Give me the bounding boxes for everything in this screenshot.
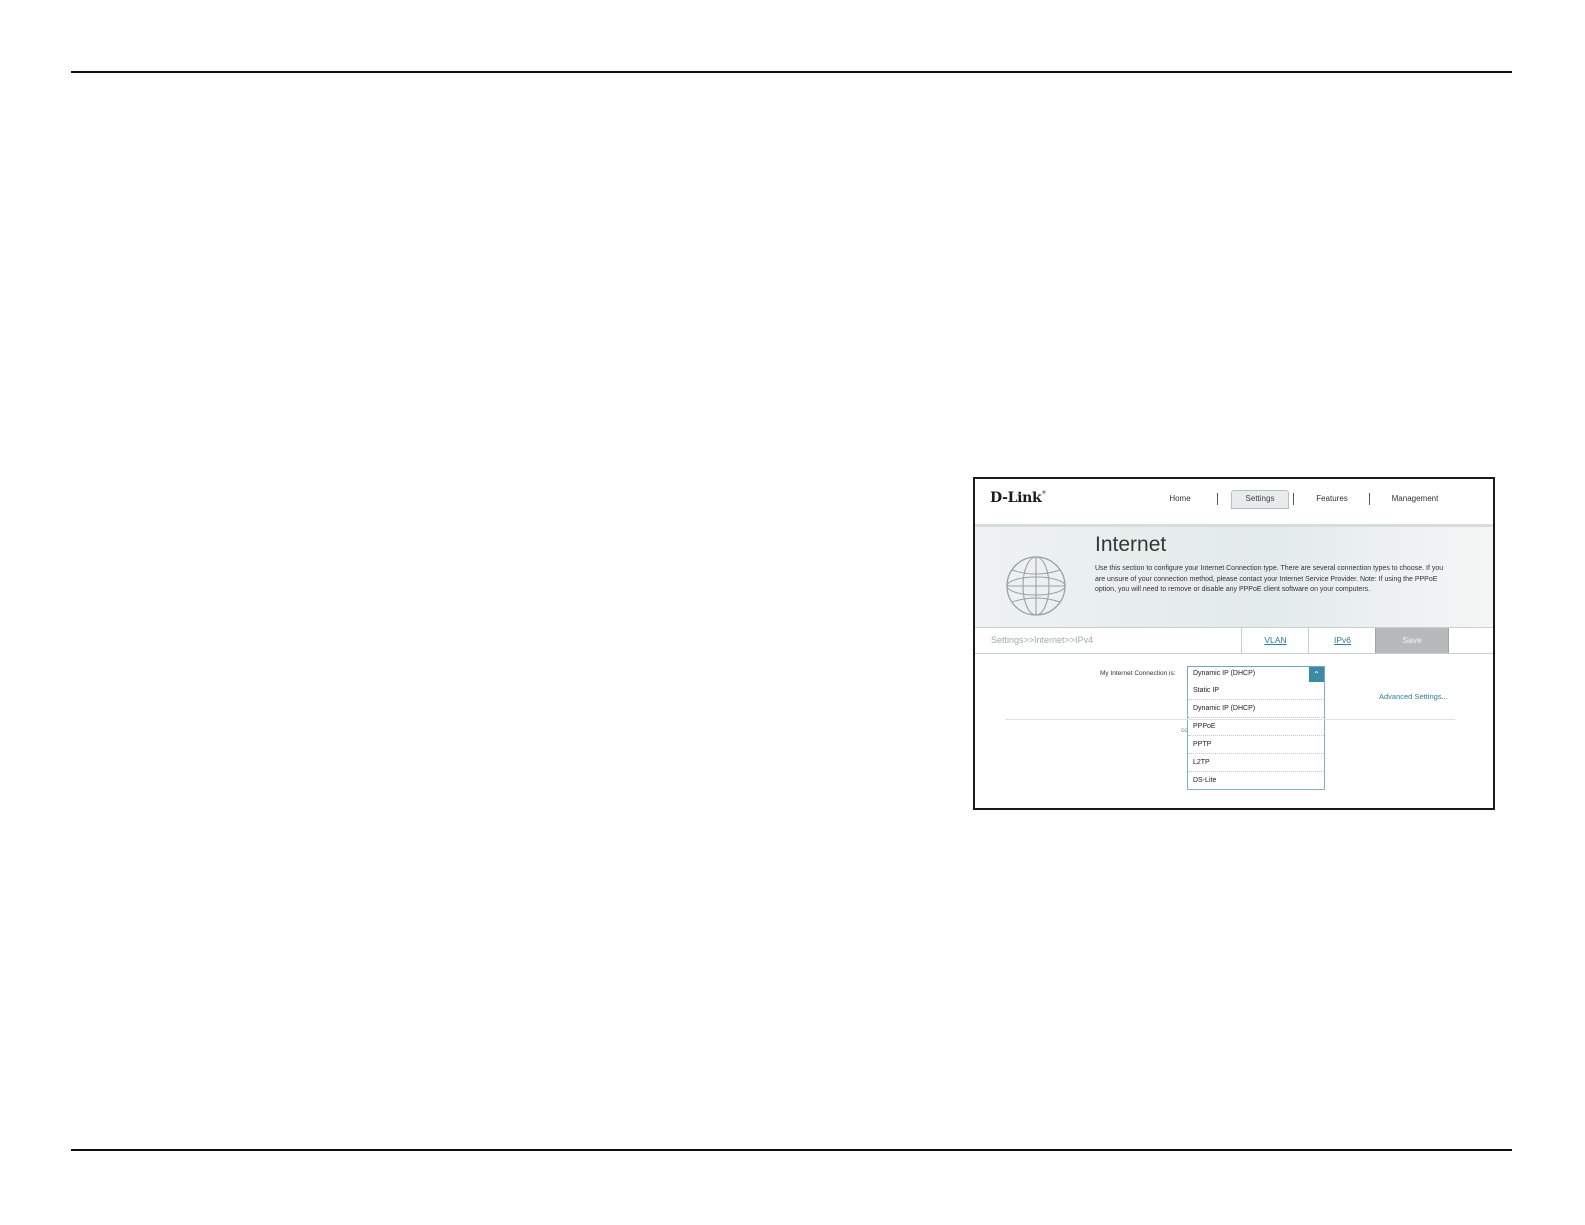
option-pptp[interactable]: PPTP	[1188, 736, 1324, 754]
page-top-rule	[71, 71, 1512, 73]
save-button[interactable]: Save	[1375, 628, 1449, 653]
section-divider	[1005, 719, 1455, 720]
chevron-up-icon[interactable]: ⌃	[1309, 667, 1324, 682]
option-static-ip[interactable]: Static IP	[1188, 682, 1324, 700]
nav-separator	[1293, 493, 1294, 505]
option-ds-lite[interactable]: DS-Lite	[1188, 772, 1324, 789]
selected-connection-value: Dynamic IP (DHCP)	[1193, 670, 1256, 677]
dlink-logo: D-Link®	[990, 490, 1047, 506]
option-dynamic-ip[interactable]: Dynamic IP (DHCP)	[1188, 700, 1324, 718]
page-description: Use this section to configure your Inter…	[1095, 565, 1444, 593]
nav-features[interactable]: Features	[1307, 491, 1357, 507]
breadcrumb: Settings>>Internet>>IPv4	[991, 635, 1094, 645]
option-l2tp[interactable]: L2TP	[1188, 754, 1324, 772]
nav-separator	[1217, 493, 1218, 505]
obscured-text: co	[1181, 727, 1188, 734]
router-screenshot: D-Link® Home Settings Features Managemen…	[973, 477, 1495, 810]
advanced-settings-link[interactable]: Advanced Settings...	[1379, 692, 1448, 701]
page-bottom-rule	[71, 1149, 1512, 1151]
vlan-link[interactable]: VLAN	[1241, 628, 1309, 653]
page-title: Internet	[1095, 533, 1167, 556]
nav-home[interactable]: Home	[1155, 491, 1205, 507]
connection-type-label: My Internet Connection is:	[1100, 670, 1176, 677]
ipv6-link[interactable]: IPv6	[1308, 628, 1376, 653]
internet-banner: Internet Use this section to configure y…	[975, 527, 1493, 627]
option-pppoe[interactable]: PPPoE	[1188, 718, 1324, 736]
nav-separator	[1369, 493, 1370, 505]
header-bar: D-Link® Home Settings Features Managemen…	[975, 479, 1493, 527]
nav-settings[interactable]: Settings	[1231, 490, 1289, 509]
globe-icon	[1006, 556, 1066, 616]
breadcrumb-bar: Settings>>Internet>>IPv4 VLAN IPv6 Save	[975, 627, 1493, 654]
connection-type-dropdown: Static IP Dynamic IP (DHCP) PPPoE PPTP L…	[1187, 682, 1325, 790]
nav-management[interactable]: Management	[1380, 491, 1450, 507]
connection-type-select[interactable]: Dynamic IP (DHCP) ⌃	[1187, 666, 1325, 683]
